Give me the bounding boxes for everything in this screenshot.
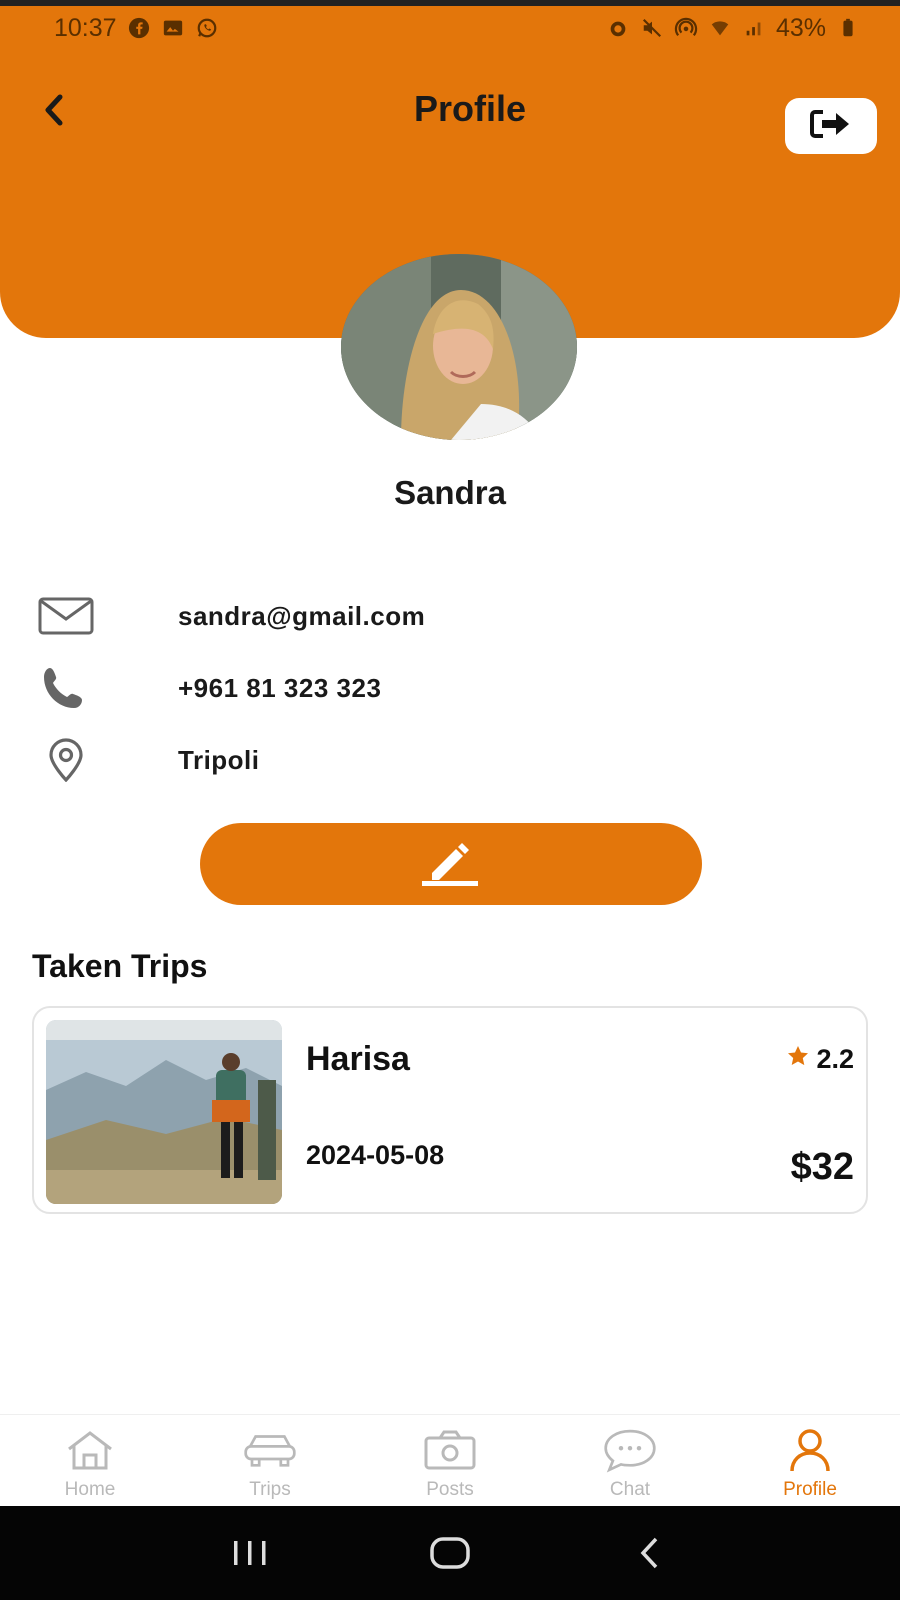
- trip-date: 2024-05-08: [306, 1140, 445, 1170]
- facebook-icon: [127, 17, 151, 39]
- camera-icon: [423, 1427, 477, 1473]
- trip-image: [46, 1020, 282, 1204]
- trip-rating-value: 2.2: [816, 1044, 854, 1074]
- home-icon: [63, 1427, 117, 1473]
- nav-label-chat: Chat: [609, 1479, 651, 1500]
- nav-label-trips: Trips: [249, 1479, 291, 1500]
- mail-icon: [32, 590, 100, 642]
- pencil-icon: [420, 837, 482, 892]
- phone-row: +961 81 323 323: [32, 658, 832, 718]
- battery-icon: [836, 17, 860, 39]
- gallery-icon: [161, 17, 185, 39]
- location-text: Tripoli: [178, 744, 260, 775]
- system-navigation-bar: [0, 1506, 900, 1600]
- nav-label-profile: Profile: [783, 1479, 837, 1500]
- status-right: 43%: [606, 14, 860, 43]
- trip-price: $32: [790, 1146, 854, 1188]
- trip-card[interactable]: Harisa 2024-05-08 2.2 $32: [32, 1006, 868, 1214]
- nav-item-trips[interactable]: Trips: [180, 1415, 360, 1507]
- logout-button[interactable]: [785, 98, 877, 154]
- nav-label-home: Home: [64, 1479, 116, 1500]
- trip-name: Harisa: [306, 1040, 410, 1078]
- hotspot-icon: [674, 17, 698, 39]
- user-name: Sandra: [394, 474, 506, 511]
- chat-bubble-icon: [603, 1427, 657, 1473]
- recent-apps-icon[interactable]: [220, 1523, 280, 1583]
- status-left: 10:37: [54, 14, 219, 43]
- user-icon: [783, 1427, 837, 1473]
- page-title: Profile: [413, 88, 527, 129]
- edit-profile-button[interactable]: [200, 823, 702, 905]
- mute-icon: [640, 17, 664, 39]
- back-nav-icon[interactable]: [620, 1523, 680, 1583]
- nav-item-chat[interactable]: Chat: [540, 1415, 720, 1507]
- section-title-taken-trips: Taken Trips: [32, 948, 208, 984]
- nav-label-posts: Posts: [426, 1479, 474, 1500]
- status-bar: 10:37 43%: [0, 6, 900, 50]
- home-nav-icon[interactable]: [420, 1523, 480, 1583]
- email-row: sandra@gmail.com: [32, 586, 832, 646]
- logout-icon: [809, 108, 853, 145]
- battery-percent: 43%: [775, 13, 826, 42]
- alarm-icon: [606, 17, 630, 39]
- bottom-nav: Home Trips Posts Chat Profile: [0, 1414, 900, 1506]
- location-row: Tripoli: [32, 730, 832, 790]
- trip-rating: 2.2: [786, 1044, 854, 1075]
- profile-avatar: [341, 254, 577, 440]
- status-time: 10:37: [54, 13, 117, 42]
- phone-icon: [32, 662, 100, 714]
- nav-item-home[interactable]: Home: [0, 1415, 180, 1507]
- nav-item-profile[interactable]: Profile: [720, 1415, 900, 1507]
- location-pin-icon: [32, 734, 100, 786]
- whatsapp-icon: [195, 17, 219, 39]
- phone-text: +961 81 323 323: [178, 672, 382, 703]
- signal-icon: [742, 17, 766, 39]
- wifi-icon: [708, 17, 732, 39]
- star-icon: [786, 1044, 810, 1075]
- email-text: sandra@gmail.com: [178, 600, 426, 631]
- car-icon: [243, 1427, 297, 1473]
- nav-item-posts[interactable]: Posts: [360, 1415, 540, 1507]
